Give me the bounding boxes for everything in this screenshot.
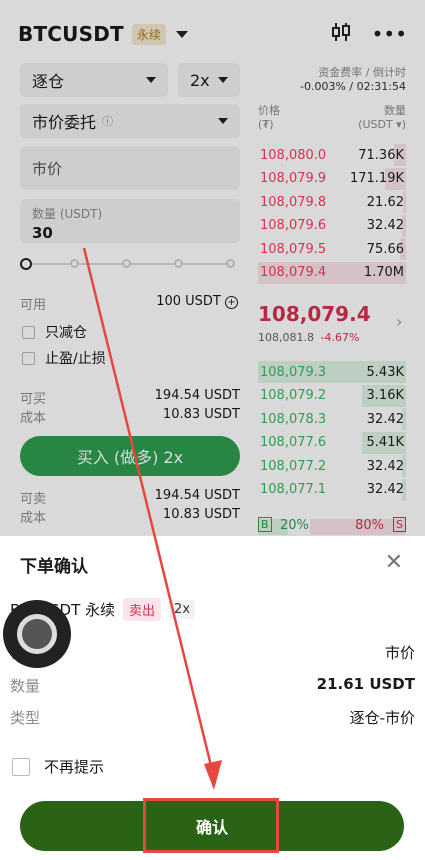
bid-price: 108,079.2 <box>260 388 327 403</box>
bid-qty: 5.43K <box>366 364 404 380</box>
checkbox-box[interactable] <box>12 757 30 776</box>
dim-overlay[interactable] <box>0 0 425 536</box>
touch-indicator <box>3 600 71 668</box>
side-badge: 卖出 <box>123 598 162 621</box>
ask-price: 108,079.6 <box>260 218 327 233</box>
no-prompt-label: 不再提示 <box>44 758 105 776</box>
detail-row-price: 价格 市价 <box>10 642 415 663</box>
ask-qty: 32.42 <box>366 218 404 233</box>
bid-qty: 5.41K <box>366 435 404 450</box>
detail-label: 数量 <box>10 677 41 695</box>
bid-qty: 3.16K <box>366 388 404 403</box>
ask-price: 108,079.8 <box>260 194 327 210</box>
ask-price: 108,079.5 <box>260 241 327 257</box>
sheet-title: 下单确认 <box>20 557 88 577</box>
detail-row-type: 类型 逐仓-市价 <box>10 707 415 728</box>
detail-value: 市价 <box>384 644 415 662</box>
bid-price: 108,077.2 <box>260 458 327 474</box>
leverage-badge: 2x <box>169 600 196 619</box>
detail-label: 类型 <box>10 709 41 727</box>
detail-value: 21.61 USDT <box>316 675 415 693</box>
no-prompt-checkbox[interactable]: 不再提示 <box>12 756 104 777</box>
bid-qty: 32.42 <box>366 458 404 474</box>
bid-qty: 32.42 <box>366 411 404 427</box>
order-confirm-sheet: 下单确认 ✕ BTCUSDT 永续 卖出 2x 价格 市价 数量 21.61 U… <box>0 536 425 860</box>
bid-price: 108,079.3 <box>260 364 327 380</box>
detail-value: 逐仓-市价 <box>349 709 415 727</box>
ask-qty: 75.66 <box>366 241 404 257</box>
ask-price: 108,079.4 <box>260 265 327 280</box>
bid-price: 108,077.6 <box>260 435 327 450</box>
close-icon[interactable]: ✕ <box>385 550 403 575</box>
bid-qty: 32.42 <box>366 482 404 497</box>
ask-qty: 171.19K <box>349 171 404 186</box>
ask-qty: 71.36K <box>358 147 404 163</box>
detail-row-quantity: 数量 21.61 USDT <box>10 675 415 696</box>
bid-price: 108,078.3 <box>260 411 327 427</box>
confirm-highlight-box <box>143 798 279 853</box>
ask-price: 108,079.9 <box>260 171 327 186</box>
ask-price: 108,080.0 <box>260 147 327 163</box>
ask-qty: 21.62 <box>366 194 404 210</box>
ask-qty: 1.70M <box>363 265 404 280</box>
bid-price: 108,077.1 <box>260 482 327 497</box>
